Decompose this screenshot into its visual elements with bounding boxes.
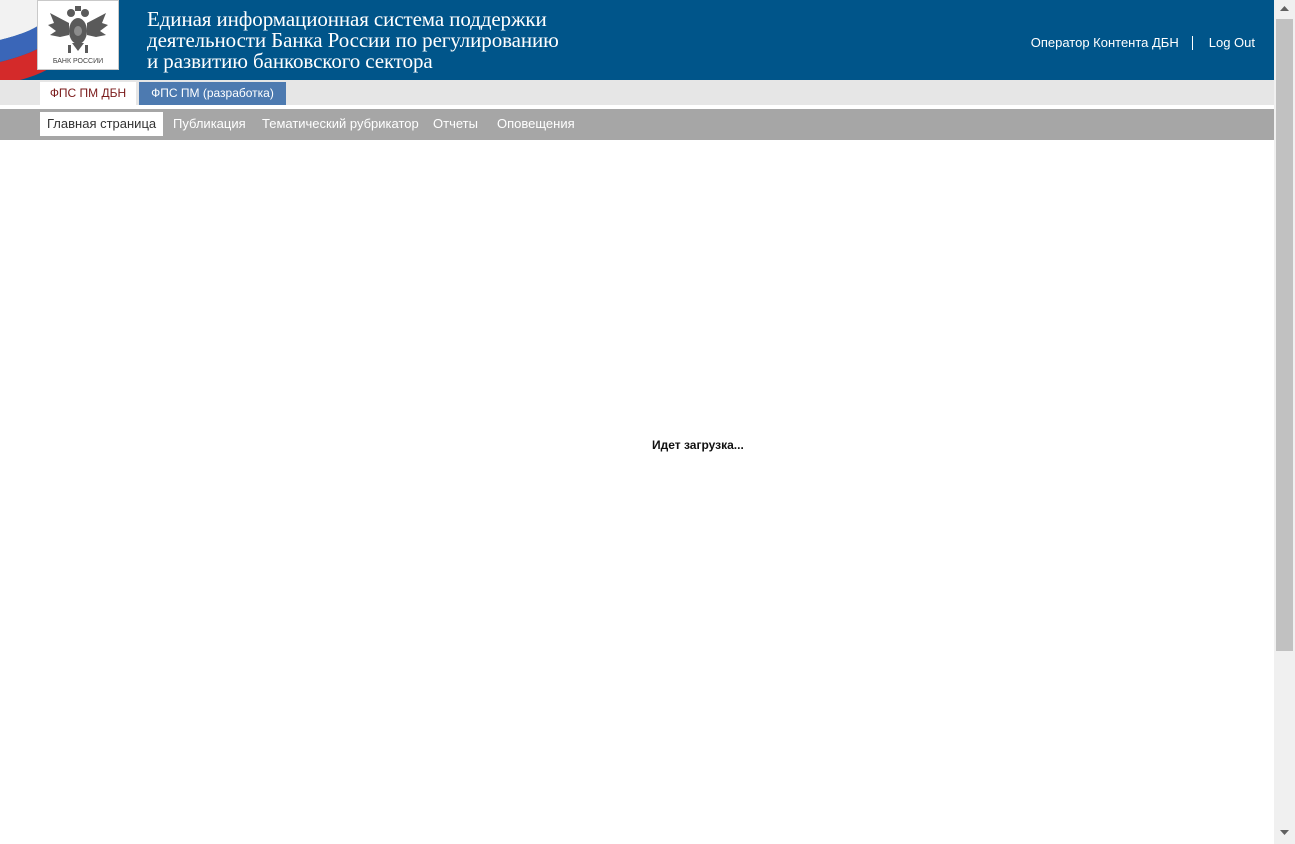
loading-text: Идет загрузка... xyxy=(652,438,744,452)
nav-item-thematic-rubricator[interactable]: Тематический рубрикатор xyxy=(262,112,419,136)
page: БАНК РОССИИ Единая информационная систем… xyxy=(0,0,1274,844)
nav-item-reports[interactable]: Отчеты xyxy=(433,112,478,136)
scroll-down-arrow-icon[interactable] xyxy=(1274,824,1295,841)
main-nav: Главная страница Публикация Тематический… xyxy=(0,109,1274,140)
title-line: деятельности Банка России по регулирован… xyxy=(147,28,559,52)
user-links: Оператор Контента ДБН Log Out xyxy=(1031,35,1255,50)
tab-fps-pm-dbn[interactable]: ФПС ПМ ДБН xyxy=(40,82,136,105)
tab-fps-pm-dev[interactable]: ФПС ПМ (разработка) xyxy=(139,82,286,105)
system-title: Единая информационная система поддержки … xyxy=(147,9,707,72)
logo-caption: БАНК РОССИИ xyxy=(53,58,103,65)
divider xyxy=(1191,35,1193,50)
scroll-up-arrow-icon[interactable] xyxy=(1274,0,1295,17)
nav-item-home[interactable]: Главная страница xyxy=(40,112,164,136)
bank-of-russia-logo[interactable]: БАНК РОССИИ xyxy=(37,0,119,70)
site-tabs: ФПС ПМ ДБН ФПС ПМ (разработка) xyxy=(0,80,1274,105)
vertical-scrollbar[interactable] xyxy=(1274,0,1295,844)
nav-item-notifications[interactable]: Оповещения xyxy=(497,112,575,136)
title-line: и развитию банковского сектора xyxy=(147,49,433,73)
header-banner: БАНК РОССИИ Единая информационная систем… xyxy=(0,0,1274,80)
scrollbar-thumb[interactable] xyxy=(1276,19,1293,651)
logout-link[interactable]: Log Out xyxy=(1209,35,1255,50)
user-name-link[interactable]: Оператор Контента ДБН xyxy=(1031,35,1179,50)
title-line: Единая информационная система поддержки xyxy=(147,7,547,31)
nav-item-publication[interactable]: Публикация xyxy=(173,112,246,136)
